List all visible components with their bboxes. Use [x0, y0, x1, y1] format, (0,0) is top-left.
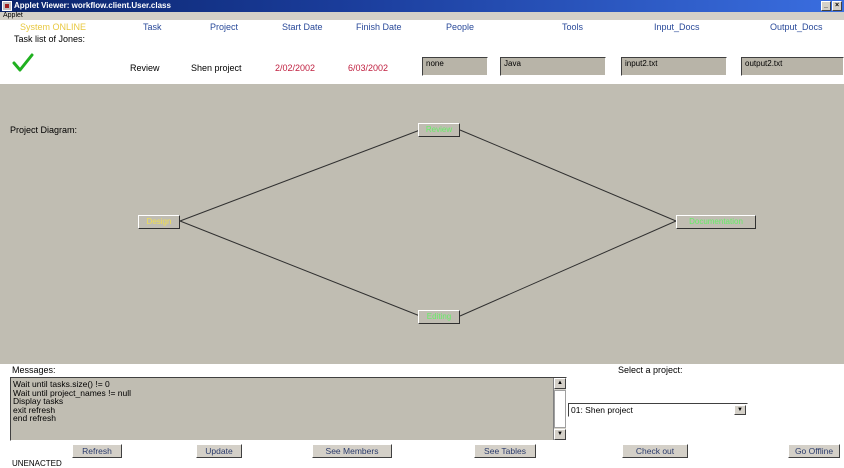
system-status: System ONLINE [20, 22, 87, 32]
task-start-date: 2/02/2002 [275, 63, 316, 73]
scroll-down-icon[interactable]: ▼ [554, 429, 566, 440]
column-header-people: People [446, 22, 475, 32]
diagram-node-review[interactable]: Review [418, 123, 460, 137]
messages-scrollbar[interactable]: ▲ ▼ [553, 378, 566, 440]
see-tables-button[interactable]: See Tables [474, 444, 536, 458]
project-select[interactable]: 01: Shen project ▼ [568, 403, 748, 417]
people-field[interactable]: none [422, 57, 488, 76]
check-icon [12, 53, 34, 72]
window-title: Applet Viewer: workflow.client.User.clas… [14, 1, 171, 10]
column-header-output-docs: Output_Docs [770, 22, 823, 32]
applet-icon [2, 1, 12, 11]
see-members-button[interactable]: See Members [312, 444, 392, 458]
menu-applet[interactable]: Applet [3, 12, 23, 19]
message-line: Display tasks [13, 396, 64, 407]
column-header-start-date: Start Date [282, 22, 323, 32]
status-text: UNENACTED [12, 459, 62, 468]
go-offline-button[interactable]: Go Offline [788, 444, 840, 458]
task-list-label: Task list of Jones: [14, 34, 86, 44]
message-line: end refresh [13, 413, 56, 424]
chevron-down-icon[interactable]: ▼ [734, 405, 746, 415]
close-icon[interactable]: × [832, 1, 842, 11]
diagram-node-editing[interactable]: Editing [418, 310, 460, 324]
input-docs-field[interactable]: input2.txt [621, 57, 727, 76]
messages-label: Messages: [12, 365, 56, 375]
minimize-icon[interactable]: _ [821, 1, 831, 11]
output-docs-field[interactable]: output2.txt [741, 57, 844, 76]
project-diagram-label: Project Diagram: [10, 125, 78, 135]
tools-field[interactable]: Java [500, 57, 606, 76]
check-out-button[interactable]: Check out [622, 444, 688, 458]
diagram-node-design[interactable]: Design [138, 215, 180, 229]
messages-textarea[interactable]: Wait until tasks.size() != 0 Wait until … [10, 377, 567, 441]
refresh-button[interactable]: Refresh [72, 444, 122, 458]
scroll-thumb[interactable] [554, 390, 566, 428]
select-project-label: Select a project: [618, 365, 683, 375]
message-line: Wait until project_names != null [13, 387, 132, 398]
column-header-project: Project [210, 22, 239, 32]
project-select-value: 01: Shen project [571, 405, 633, 415]
window-title-bar: Applet Viewer: workflow.client.User.clas… [0, 0, 844, 12]
task-name[interactable]: Review [130, 63, 160, 73]
scroll-up-icon[interactable]: ▲ [554, 378, 566, 389]
message-line: exit refresh [13, 404, 56, 415]
update-button[interactable]: Update [196, 444, 242, 458]
column-header-input-docs: Input_Docs [654, 22, 700, 32]
diagram-node-documentation[interactable]: Documentation [676, 215, 756, 229]
column-header-tools: Tools [562, 22, 584, 32]
task-finish-date: 6/03/2002 [348, 63, 389, 73]
task-project: Shen project [191, 63, 242, 73]
column-header-task: Task [143, 22, 162, 32]
column-header-finish-date: Finish Date [356, 22, 402, 32]
menu-bar: Applet [0, 12, 844, 20]
